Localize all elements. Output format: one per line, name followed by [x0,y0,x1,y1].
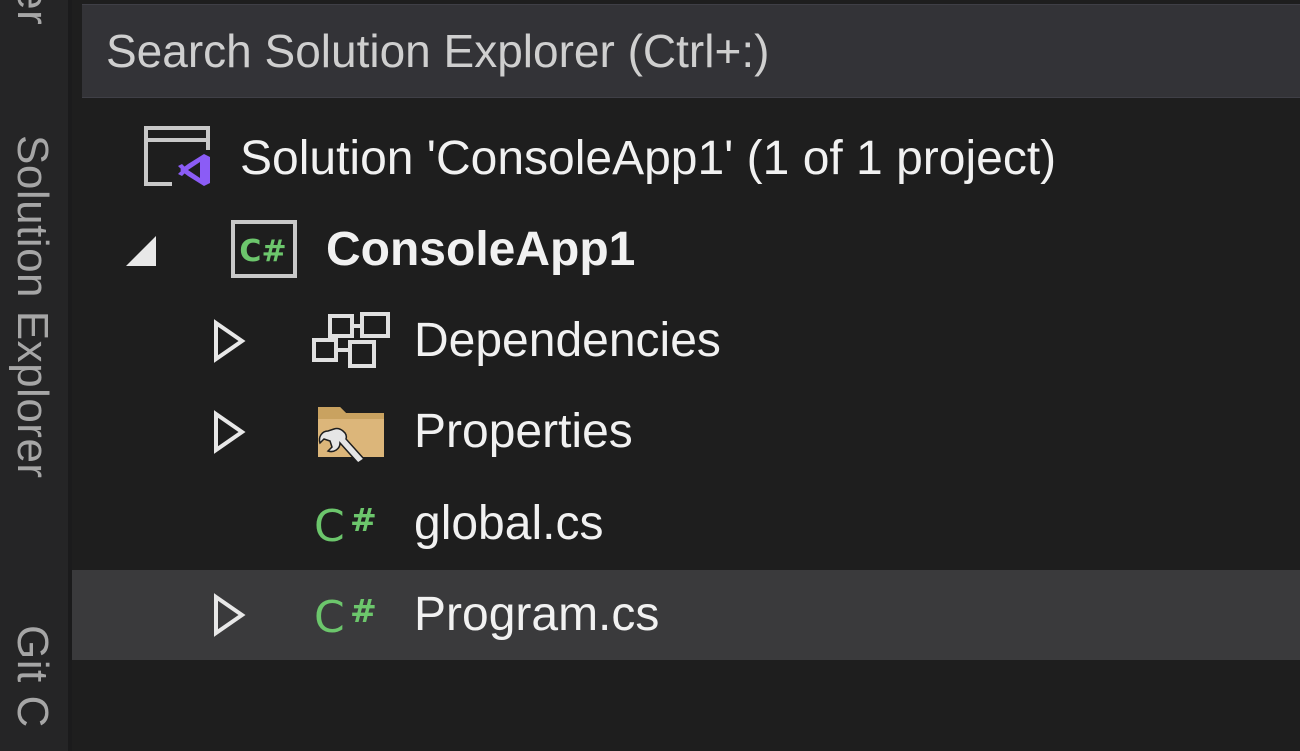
solution-icon [144,126,214,192]
properties-folder-icon [318,407,384,464]
search-box [82,4,1300,98]
svg-text:#: # [350,592,377,630]
tree-item-label: Dependencies [414,314,721,367]
tree-row-project[interactable]: C# ConsoleApp1 [72,205,1300,295]
side-tab-explorer[interactable]: erer [3,0,61,80]
svg-text:#: # [350,501,377,539]
side-tab-git-changes[interactable]: Git C [3,625,61,751]
tree-item-label: Properties [414,405,633,458]
csharp-file-icon: C # [314,501,377,551]
side-tab-solution-explorer[interactable]: Solution Explorer [3,135,61,575]
tree-row-program-cs[interactable]: C # Program.cs [72,570,1300,660]
tree-row-global-cs[interactable]: C # global.cs [72,479,1300,569]
expanded-arrow-icon[interactable] [120,228,160,272]
svg-text:C#: C# [239,234,286,269]
search-input[interactable] [106,5,1286,97]
tree-item-label: Program.cs [414,588,660,641]
collapsed-arrow-icon[interactable] [210,593,250,637]
dependencies-icon [312,312,390,368]
side-tab-strip: erer Solution Explorer Git C [0,0,68,751]
tree-row-dependencies[interactable]: Dependencies [72,296,1300,386]
tree-row-solution[interactable]: Solution 'ConsoleApp1' (1 of 1 project) [72,114,1300,204]
project-label: ConsoleApp1 [326,223,636,276]
csharp-file-icon: C # [314,592,377,642]
svg-text:C: C [314,501,345,551]
tree-row-properties[interactable]: Properties [72,387,1300,477]
collapsed-arrow-icon[interactable] [210,319,250,363]
collapsed-arrow-icon[interactable] [210,410,250,454]
tree-item-label: global.cs [414,497,604,550]
solution-label: Solution 'ConsoleApp1' (1 of 1 project) [240,132,1057,185]
solution-explorer-window: erer Solution Explorer Git C Solution 'C… [0,0,1300,751]
svg-text:C: C [314,592,345,642]
csharp-project-icon: C# [231,220,297,278]
